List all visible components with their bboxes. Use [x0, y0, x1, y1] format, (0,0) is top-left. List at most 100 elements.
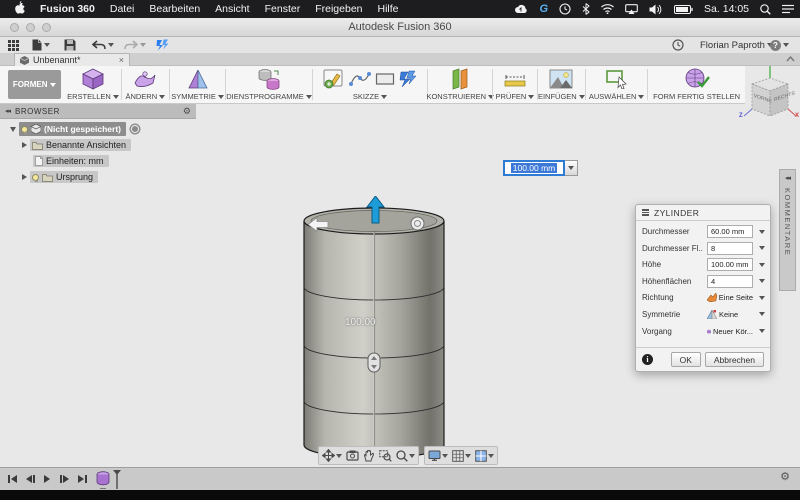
- menu-ansicht[interactable]: Ansicht: [215, 3, 249, 15]
- ribbon-group-einfuegen[interactable]: EINFÜGEN: [538, 66, 585, 103]
- browser-panel-header[interactable]: ◂◂ BROWSER ⚙: [0, 104, 196, 119]
- timeline-step-forward-button[interactable]: [60, 473, 69, 485]
- ghub-icon[interactable]: G: [539, 3, 548, 15]
- dimension-dropdown-button[interactable]: [565, 160, 578, 176]
- expand-caret-icon[interactable]: [10, 126, 16, 132]
- bluetooth-icon[interactable]: [582, 3, 590, 15]
- battery-icon[interactable]: [674, 4, 693, 14]
- collapsed-caret-icon[interactable]: [22, 174, 27, 180]
- ribbon-group-konstruieren[interactable]: KONSTRUIEREN: [426, 66, 495, 103]
- visibility-bulb-icon[interactable]: [32, 173, 39, 182]
- formen-tab-button[interactable]: FORMEN: [8, 70, 62, 99]
- menu-hilfe[interactable]: Hilfe: [378, 3, 399, 15]
- zoom-button[interactable]: [396, 449, 415, 462]
- ribbon-group-erstellen[interactable]: ERSTELLEN: [65, 66, 120, 103]
- menu-bearbeiten[interactable]: Bearbeiten: [149, 3, 200, 15]
- job-status-button[interactable]: [156, 38, 169, 52]
- zoom-window-button[interactable]: [379, 449, 392, 462]
- menu-app-name[interactable]: Fusion 360: [40, 3, 95, 15]
- dropdown-caret-icon[interactable]: [759, 295, 765, 300]
- apple-menu[interactable]: [14, 1, 25, 17]
- ok-button[interactable]: OK: [670, 352, 701, 367]
- browser-row-named-views[interactable]: Benannte Ansichten: [22, 138, 132, 152]
- menu-datei[interactable]: Datei: [110, 3, 135, 15]
- browser-root-row[interactable]: (Nicht gespeichert): [10, 122, 141, 136]
- new-file-button[interactable]: [32, 38, 50, 52]
- dimension-drag-handle[interactable]: [367, 352, 381, 373]
- ribbon-group-aendern[interactable]: ÄNDERN: [122, 66, 169, 103]
- tab-close-icon[interactable]: ×: [119, 55, 124, 65]
- grid-snaps-button[interactable]: [452, 449, 471, 462]
- cylinder-model[interactable]: [292, 198, 458, 464]
- menu-freigeben[interactable]: Freigeben: [315, 3, 362, 15]
- timeline-settings-gear-icon[interactable]: ⚙: [780, 472, 790, 483]
- radius-handle[interactable]: [410, 216, 425, 231]
- dropdown-caret-icon[interactable]: [759, 312, 765, 317]
- hoehe-input[interactable]: 100.00 mm: [707, 258, 753, 272]
- time-machine-icon[interactable]: [559, 3, 571, 15]
- spotlight-search-icon[interactable]: [760, 3, 771, 15]
- ribbon-group-auswaehlen[interactable]: AUSWÄHLEN: [586, 66, 647, 103]
- notification-center-icon[interactable]: [782, 4, 794, 14]
- dropdown-caret-icon[interactable]: [759, 329, 765, 334]
- save-button[interactable]: [64, 38, 76, 52]
- comments-panel-tab[interactable]: ◂◂ KOMMENTARE: [779, 169, 796, 291]
- durchmesser-flaechen-input[interactable]: 8: [707, 241, 753, 255]
- redo-button[interactable]: [124, 38, 146, 52]
- ribbon-group-pruefen[interactable]: PRÜFEN: [493, 66, 536, 103]
- wifi-icon[interactable]: [601, 4, 614, 14]
- durchmesser-input[interactable]: 60.00 mm: [707, 225, 753, 238]
- viewports-button[interactable]: [475, 449, 494, 462]
- ribbon-group-dienstprogramme[interactable]: DIENSTPROGRAMME: [226, 66, 312, 103]
- browser-row-origin[interactable]: Ursprung: [22, 170, 99, 184]
- browser-gear-icon[interactable]: ⚙: [183, 106, 191, 116]
- cancel-button[interactable]: Abbrechen: [704, 352, 764, 367]
- timeline-cylinder-feature[interactable]: [96, 471, 110, 486]
- timeline-skip-start-button[interactable]: [8, 473, 17, 485]
- undo-button[interactable]: [92, 38, 114, 52]
- history-clock-button[interactable]: [672, 38, 684, 52]
- document-tab[interactable]: Unbenannt* ×: [14, 53, 130, 66]
- ribbon-group-form-fertig-stellen[interactable]: FORM FERTIG STELLEN: [648, 66, 745, 103]
- vorgang-select[interactable]: Neuer Kör...: [707, 325, 753, 338]
- visibility-bulb-icon[interactable]: [21, 125, 28, 134]
- ribbon-group-skizze[interactable]: SKIZZE: [313, 66, 428, 103]
- browser-collapse-icon[interactable]: ◂◂: [5, 107, 11, 115]
- hoehenflaechen-input[interactable]: 4: [707, 274, 753, 288]
- info-icon[interactable]: i: [642, 354, 653, 365]
- app-grid-button[interactable]: [8, 38, 19, 52]
- dimension-input[interactable]: 100.00 mm: [503, 160, 565, 176]
- activate-radio-button[interactable]: [129, 123, 141, 135]
- comments-collapse-icon[interactable]: ◂◂: [785, 174, 791, 182]
- rotate-left-manipulator[interactable]: [308, 217, 329, 232]
- window-titlebar[interactable]: Autodesk Fusion 360: [0, 18, 800, 37]
- dropdown-caret-icon[interactable]: [759, 246, 765, 251]
- dropdown-caret-icon[interactable]: [759, 229, 765, 234]
- pan-orbit-button[interactable]: [322, 449, 342, 462]
- airplay-display-icon[interactable]: [625, 4, 638, 14]
- collapse-ribbon-chevron-icon[interactable]: [786, 56, 795, 62]
- user-account-button[interactable]: Florian Paproth: [700, 38, 773, 52]
- timeline-skip-end-button[interactable]: [78, 473, 87, 485]
- menu-fenster[interactable]: Fenster: [265, 3, 301, 15]
- volume-icon[interactable]: [649, 4, 663, 15]
- dropdown-caret-icon[interactable]: [759, 262, 765, 267]
- ribbon-group-symmetrie[interactable]: SYMMETRIE: [170, 66, 225, 103]
- display-settings-button[interactable]: [428, 450, 448, 461]
- timeline-step-back-button[interactable]: [26, 473, 35, 485]
- richtung-select[interactable]: Eine Seite: [707, 291, 753, 304]
- look-at-button[interactable]: [346, 450, 359, 461]
- viewcube[interactable]: Y Z X VORNE RECHTS: [739, 62, 799, 134]
- timeline-play-button[interactable]: [44, 473, 50, 485]
- cloud-sync-icon[interactable]: [514, 4, 528, 14]
- symmetrie-select[interactable]: Keine: [707, 308, 753, 321]
- dialog-header[interactable]: ZYLINDER: [636, 205, 770, 221]
- collapsed-caret-icon[interactable]: [22, 142, 27, 148]
- menubar-clock[interactable]: Sa. 14:05: [704, 3, 749, 15]
- pan-hand-button[interactable]: [363, 449, 375, 462]
- timeline-playhead-marker[interactable]: [112, 469, 122, 490]
- browser-row-units[interactable]: Einheiten: mm: [33, 154, 109, 168]
- help-button[interactable]: ?: [770, 38, 789, 52]
- extrude-arrow-manipulator[interactable]: [366, 196, 385, 224]
- dropdown-caret-icon[interactable]: [759, 279, 765, 284]
